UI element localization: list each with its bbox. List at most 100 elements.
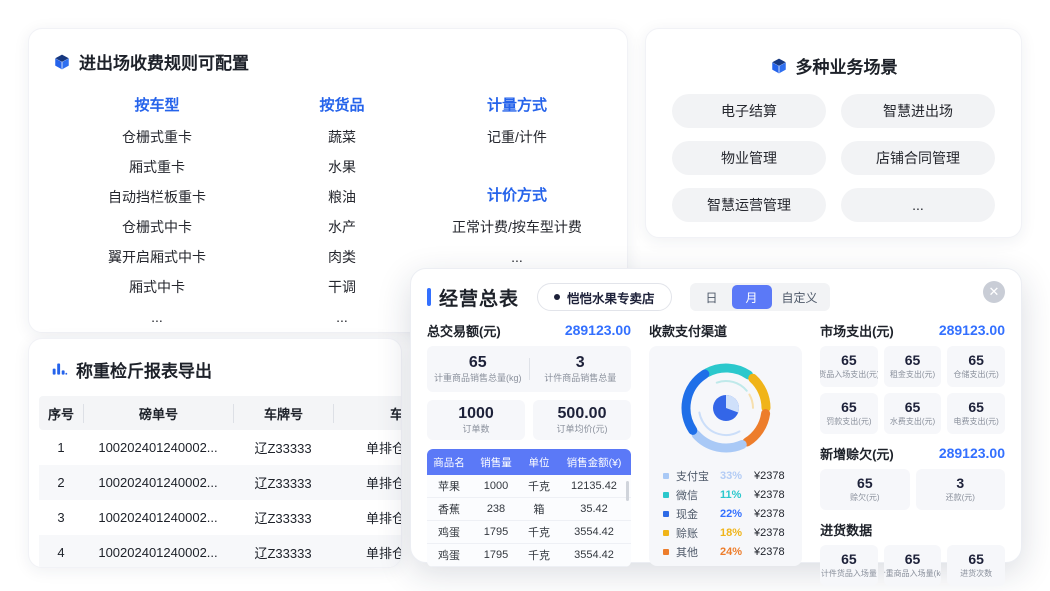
close-icon[interactable]: ✕ bbox=[983, 281, 1005, 303]
stat-label: 仓储支出(元) bbox=[954, 368, 999, 381]
cell-product: 鸡蛋 bbox=[427, 524, 471, 540]
legend-amount: ¥2378 bbox=[754, 489, 785, 501]
stat-label: 水费支出(元) bbox=[890, 415, 935, 428]
table-row: 1 100202401240002... 辽Z33333 单排仓 bbox=[39, 430, 402, 465]
scenario-button-e-settlement[interactable]: 电子结算 bbox=[672, 94, 826, 128]
scenario-button-more[interactable]: ... bbox=[841, 188, 995, 222]
fee-col-header: 计量方式 bbox=[417, 90, 617, 122]
scenario-button-contract[interactable]: 店铺合同管理 bbox=[841, 141, 995, 175]
cell-unit: 箱 bbox=[521, 501, 557, 517]
legend-name: 其他 bbox=[676, 544, 720, 560]
cell-plate-no: 辽Z33333 bbox=[233, 543, 333, 562]
column-header: 车型 bbox=[333, 404, 402, 423]
stat-label: 进货次数 bbox=[960, 567, 992, 580]
tab-custom[interactable]: 自定义 bbox=[772, 285, 828, 309]
fee-item: 厢式中卡 bbox=[47, 272, 267, 302]
stat-value: 3 bbox=[530, 354, 632, 372]
legend-amount: ¥2378 bbox=[754, 470, 785, 482]
legend-amount: ¥2378 bbox=[754, 508, 785, 520]
payment-donut-card: 支付宝 33% ¥2378 微信 11% ¥2378 现金 22% bbox=[649, 346, 802, 566]
product-sales-table: 商品名 销售量 单位 销售金额(¥) 苹果 1000 千克 12135.42 香… bbox=[427, 449, 631, 567]
stat-label: 赊欠(元) bbox=[850, 491, 879, 504]
stat-label: 货品入场支出(元) bbox=[820, 368, 878, 381]
fee-col-header: 按货品 bbox=[267, 90, 417, 122]
legend-percent: 24% bbox=[720, 546, 754, 558]
cell-ticket-no: 100202401240002... bbox=[83, 475, 233, 490]
payment-legend: 支付宝 33% ¥2378 微信 11% ¥2378 现金 22% bbox=[649, 464, 802, 561]
cell-index: 1 bbox=[39, 440, 83, 455]
stat-value: 65 bbox=[427, 354, 529, 372]
fee-item: 自动挡栏板重卡 bbox=[47, 182, 267, 212]
cell-amount: 35.42 bbox=[557, 503, 631, 515]
scenario-button-operations[interactable]: 智慧运营管理 bbox=[672, 188, 826, 222]
table-row: 3 100202401240002... 辽Z33333 单排仓 bbox=[39, 500, 402, 535]
total-transactions-label: 总交易额(元) bbox=[427, 321, 501, 340]
fee-item-ellipsis: ... bbox=[267, 302, 417, 332]
fee-item: 水果 bbox=[267, 152, 417, 182]
cube-icon bbox=[770, 57, 788, 75]
column-header: 车牌号 bbox=[233, 404, 333, 423]
expense-stat: 65 罚款支出(元) bbox=[820, 393, 878, 434]
period-tabs: 日 月 自定义 bbox=[690, 283, 830, 311]
fee-rules-title: 进出场收费规则可配置 bbox=[79, 49, 249, 74]
legend-item: 支付宝 33% ¥2378 bbox=[663, 466, 792, 485]
cell-unit: 千克 bbox=[521, 547, 557, 563]
column-header: 单位 bbox=[521, 455, 557, 470]
stat-value: 65 bbox=[841, 352, 857, 368]
legend-percent: 33% bbox=[720, 470, 754, 482]
table-row: 苹果 1000 千克 12135.42 bbox=[427, 475, 631, 498]
table-header-row: 商品名 销售量 单位 销售金额(¥) bbox=[427, 449, 631, 475]
credit-stat: 65 赊欠(元) bbox=[820, 469, 909, 510]
cell-index: 2 bbox=[39, 475, 83, 490]
legend-item: 微信 11% ¥2378 bbox=[663, 485, 792, 504]
stat-value: 65 bbox=[841, 551, 857, 567]
table-row: 香蕉 238 箱 35.42 bbox=[427, 498, 631, 521]
cell-qty: 238 bbox=[471, 503, 521, 515]
fee-item: 翼开启厢式中卡 bbox=[47, 242, 267, 272]
cell-ticket-no: 100202401240002... bbox=[83, 440, 233, 455]
store-selector[interactable]: 恺恺水果专卖店 bbox=[537, 283, 672, 311]
expense-stat: 65 水费支出(元) bbox=[884, 393, 942, 434]
cell-plate-no: 辽Z33333 bbox=[233, 473, 333, 492]
legend-swatch-other bbox=[663, 549, 669, 555]
fee-item: 蔬菜 bbox=[267, 122, 417, 152]
cell-vehicle-type: 单排仓 bbox=[333, 543, 402, 562]
fee-col-header: 计价方式 bbox=[417, 180, 617, 212]
legend-name: 赊账 bbox=[676, 525, 720, 541]
fee-item-ellipsis: ... bbox=[47, 302, 267, 332]
fee-item: 粮油 bbox=[267, 182, 417, 212]
cell-unit: 千克 bbox=[521, 478, 557, 494]
stat-label: 租金支出(元) bbox=[890, 368, 935, 381]
expense-stat: 65 仓储支出(元) bbox=[947, 346, 1005, 387]
cell-qty: 1795 bbox=[471, 526, 521, 538]
fee-col-vehicle: 按车型 仓栅式重卡 厢式重卡 自动挡栏板重卡 仓栅式中卡 翼开启厢式中卡 厢式中… bbox=[47, 90, 267, 332]
order-count-stat: 1000 订单数 bbox=[427, 400, 525, 440]
fee-item: 记重/计件 bbox=[417, 122, 617, 152]
scenario-button-property[interactable]: 物业管理 bbox=[672, 141, 826, 175]
legend-name: 支付宝 bbox=[676, 468, 720, 484]
scrollbar[interactable] bbox=[626, 481, 629, 501]
legend-percent: 18% bbox=[720, 527, 754, 539]
stat-label: 计重商品入场量(kg) bbox=[884, 567, 942, 580]
table-row: 2 100202401240002... 辽Z33333 单排仓 bbox=[39, 465, 402, 500]
legend-swatch-alipay bbox=[663, 473, 669, 479]
bar-chart-icon bbox=[51, 361, 68, 378]
tab-month[interactable]: 月 bbox=[732, 285, 772, 309]
legend-name: 微信 bbox=[676, 487, 720, 503]
cell-index: 4 bbox=[39, 545, 83, 560]
fee-col-goods: 按货品 蔬菜 水果 粮油 水产 肉类 干调 ... bbox=[267, 90, 417, 332]
stat-value: 65 bbox=[905, 352, 921, 368]
table-row: 鸡蛋 1795 千克 3554.42 bbox=[427, 544, 631, 567]
purchase-stat: 65 进货次数 bbox=[947, 545, 1005, 586]
table-header-row: 序号 磅单号 车牌号 车型 bbox=[39, 396, 402, 430]
cell-vehicle-type: 单排仓 bbox=[333, 508, 402, 527]
title-accent-bar bbox=[427, 288, 431, 306]
stat-label: 计件货品入场量 bbox=[821, 567, 877, 580]
fee-item: 仓栅式中卡 bbox=[47, 212, 267, 242]
tab-day[interactable]: 日 bbox=[692, 285, 732, 309]
fee-item: 水产 bbox=[267, 212, 417, 242]
scenario-button-smart-gate[interactable]: 智慧进出场 bbox=[841, 94, 995, 128]
weighing-report-panel: 称重检斤报表导出 序号 磅单号 车牌号 车型 1 100202401240002… bbox=[28, 338, 402, 568]
expense-stat: 65 货品入场支出(元) bbox=[820, 346, 878, 387]
stat-label: 罚款支出(元) bbox=[826, 415, 871, 428]
